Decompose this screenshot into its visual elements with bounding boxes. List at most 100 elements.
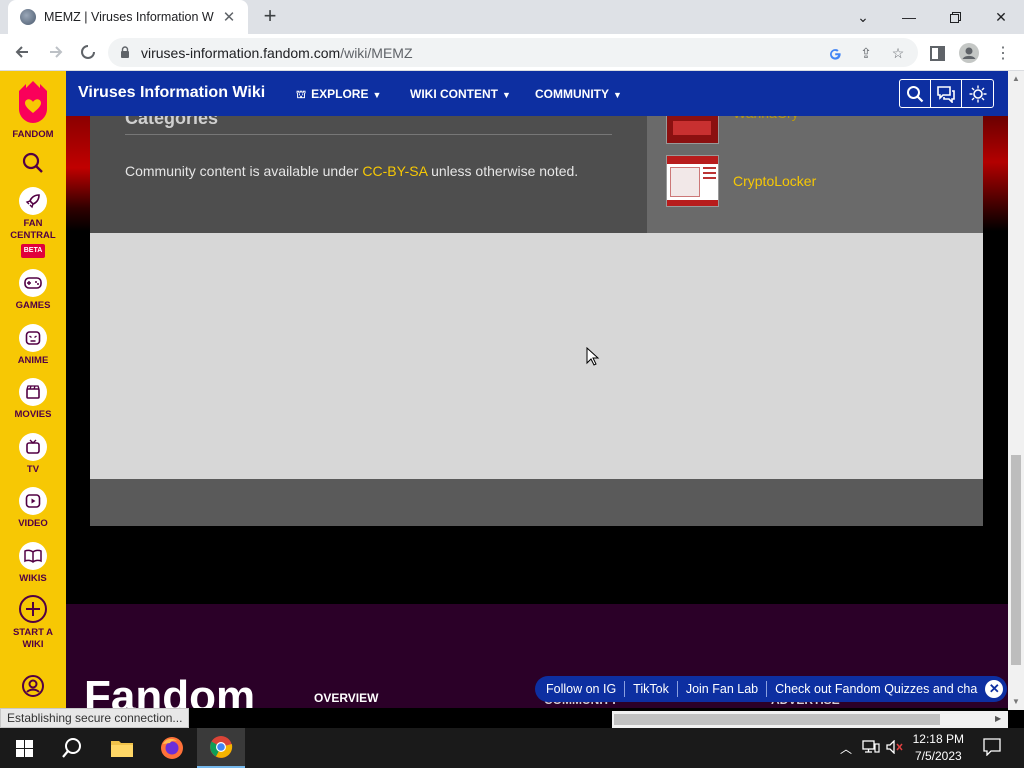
- restore-button[interactable]: [932, 0, 978, 34]
- loading-spinner-icon[interactable]: [76, 40, 100, 64]
- sun-icon: [969, 85, 986, 102]
- discussions-icon: [937, 85, 955, 103]
- chrome-button[interactable]: [197, 728, 245, 768]
- share-icon[interactable]: ⇪: [856, 43, 876, 63]
- sidebar-item-label: WIKIS: [19, 573, 47, 584]
- rail-item-thumbnail[interactable]: [666, 155, 719, 207]
- caret-down-icon: ▼: [372, 90, 382, 100]
- page-background-art: [66, 116, 90, 231]
- caret-down-icon: ▼: [502, 90, 511, 100]
- sidebar-item-label: ANIME: [17, 355, 49, 366]
- sidebar-item-label: START A WIKI: [12, 627, 54, 650]
- caret-down-icon: ▼: [613, 90, 622, 100]
- forward-button[interactable]: [44, 40, 68, 64]
- ad-placeholder-band: [90, 479, 983, 526]
- sidebar-item-video[interactable]: VIDEO: [0, 487, 66, 530]
- theme-toggle-button[interactable]: [962, 80, 993, 107]
- start-button[interactable]: [0, 728, 48, 768]
- tab-strip: MEMZ | Viruses Information Wiki ✕ + ⌄ — …: [0, 0, 1024, 34]
- sidebar-item-label: TV: [26, 464, 40, 475]
- lock-icon: [121, 46, 129, 58]
- right-rail-popular-pages: WannaCry CryptoLocker: [647, 92, 983, 233]
- page-background-art-right: [983, 116, 1008, 231]
- tab-search-icon[interactable]: ⌄: [840, 0, 886, 34]
- close-promo-icon[interactable]: ✕: [985, 680, 1004, 698]
- firefox-icon: [161, 737, 183, 759]
- vertical-scroll-thumb[interactable]: [1011, 455, 1021, 665]
- new-tab-button[interactable]: +: [258, 4, 282, 28]
- volume-muted-icon[interactable]: [886, 739, 904, 757]
- chrome-menu-icon[interactable]: ⋮: [992, 42, 1014, 64]
- network-icon[interactable]: [862, 740, 880, 757]
- sidebar-item-games[interactable]: GAMES: [0, 269, 66, 312]
- sidebar-item-tv[interactable]: TV: [0, 433, 66, 476]
- sidebar-item-start-a-wiki[interactable]: START A WIKI: [0, 594, 66, 651]
- sidebar-item-anime[interactable]: ANIME: [0, 324, 66, 367]
- nav-explore[interactable]: ⛫ EXPLORE ▼: [296, 87, 381, 103]
- fandom-global-sidebar: FANDOM FAN CENTRAL BETA GAMES ANIME MOVI…: [0, 71, 66, 708]
- side-panel-icon[interactable]: [926, 42, 948, 64]
- url-text: viruses-information.fandom.com/wiki/MEMZ: [141, 45, 413, 61]
- beta-badge: BETA: [20, 244, 46, 258]
- divider: [125, 134, 612, 135]
- horizontal-scrollbar[interactable]: ▶: [612, 711, 1008, 728]
- close-tab-icon[interactable]: ✕: [220, 8, 238, 26]
- divider: [766, 681, 768, 697]
- fandom-home-link[interactable]: FANDOM: [0, 79, 66, 141]
- browser-tab[interactable]: MEMZ | Viruses Information Wiki ✕: [8, 0, 248, 34]
- article-footer-section: Categories Community content is availabl…: [90, 108, 647, 233]
- sidebar-item-label: VIDEO: [18, 518, 48, 529]
- sidebar-item-fan-central[interactable]: FAN CENTRAL BETA: [0, 187, 66, 258]
- license-link[interactable]: CC-BY-SA: [362, 163, 427, 179]
- sidebar-item-label: FAN CENTRAL: [10, 218, 56, 241]
- nav-wiki-content[interactable]: WIKI CONTENT ▼: [410, 87, 511, 101]
- discussions-button[interactable]: [931, 80, 962, 107]
- address-bar[interactable]: viruses-information.fandom.com/wiki/MEMZ…: [108, 38, 918, 67]
- search-icon: [907, 85, 924, 102]
- profile-avatar-icon[interactable]: [958, 42, 980, 64]
- divider: [624, 681, 626, 697]
- sidebar-item-label: MOVIES: [14, 409, 52, 420]
- wiki-search-button[interactable]: [900, 80, 931, 107]
- google-lens-icon[interactable]: [825, 43, 845, 63]
- horizontal-scroll-thumb[interactable]: [614, 714, 940, 725]
- bookmark-star-icon[interactable]: ☆: [888, 43, 908, 63]
- promo-link-instagram[interactable]: Follow on IG: [546, 682, 616, 696]
- sidebar-item-wikis[interactable]: WIKIS: [0, 542, 66, 585]
- footer-overview-heading: OVERVIEW: [314, 691, 379, 705]
- clock-time: 12:18 PM: [912, 732, 964, 746]
- promo-link-fan-lab[interactable]: Join Fan Lab: [686, 682, 758, 696]
- explore-icon: ⛫: [296, 89, 307, 101]
- plus-circle-icon: [19, 595, 47, 623]
- nav-community[interactable]: COMMUNITY ▼: [535, 87, 622, 101]
- firefox-button[interactable]: [148, 728, 196, 768]
- minimize-button[interactable]: —: [886, 0, 932, 34]
- play-icon: [19, 487, 47, 515]
- system-clock[interactable]: 12:18 PM 7/5/2023: [913, 731, 964, 765]
- sidebar-account-button[interactable]: [0, 674, 66, 698]
- sidebar-search-button[interactable]: [0, 151, 66, 175]
- sidebar-item-movies[interactable]: MOVIES: [0, 378, 66, 421]
- search-icon: [22, 152, 43, 173]
- close-window-button[interactable]: ✕: [978, 0, 1024, 34]
- file-explorer-button[interactable]: [98, 728, 146, 768]
- clock-date: 7/5/2023: [914, 749, 962, 763]
- taskbar-search-button[interactable]: [48, 728, 96, 768]
- windows-logo-icon: [15, 739, 33, 757]
- search-icon: [62, 738, 81, 758]
- notification-center-icon[interactable]: [983, 738, 1001, 759]
- tray-overflow-icon[interactable]: ︿: [840, 740, 852, 757]
- wiki-name-link[interactable]: Viruses Information Wiki: [78, 84, 265, 102]
- back-button[interactable]: [10, 40, 34, 64]
- browser-toolbar: viruses-information.fandom.com/wiki/MEMZ…: [0, 34, 1024, 71]
- fandom-footer-logo[interactable]: Fandom: [84, 672, 255, 708]
- site-favicon-icon: [20, 9, 36, 25]
- license-notice: Community content is available under CC-…: [125, 163, 579, 179]
- sidebar-item-label: GAMES: [15, 300, 51, 311]
- promo-link-tiktok[interactable]: TikTok: [633, 682, 669, 696]
- promo-link-quizzes[interactable]: Check out Fandom Quizzes and cha: [775, 682, 977, 696]
- vertical-scrollbar[interactable]: ▲ ▼: [1008, 71, 1024, 710]
- divider: [676, 681, 678, 697]
- tab-title: MEMZ | Viruses Information Wiki: [44, 10, 214, 24]
- rail-item-link[interactable]: CryptoLocker: [733, 173, 816, 189]
